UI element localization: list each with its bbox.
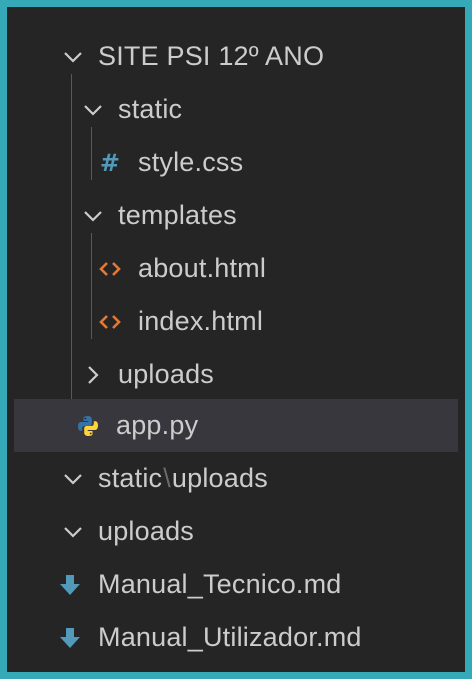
chevron-down-icon [60,466,86,492]
tree-item-manual-utilizador[interactable]: Manual_Utilizador.md [14,611,458,664]
tree-item-label: about.html [138,253,267,283]
tree-item-project[interactable]: SITE PSI 12º ANO [14,30,458,83]
tree-item-label: templates [118,200,237,230]
file-explorer: SITE PSI 12º ANO static # style.css temp… [14,14,458,665]
path-segment: uploads [171,463,268,493]
chevron-down-icon [80,203,106,229]
project-label: SITE PSI 12º ANO [98,41,325,71]
path-segment: static [98,463,163,493]
tree-item-label: Manual_Tecnico.md [98,569,342,599]
tree-item-label: static\uploads [98,463,268,494]
chevron-right-icon [80,362,106,388]
tree-item-manual-tecnico[interactable]: Manual_Tecnico.md [14,558,458,611]
tree-item-label: app.py [116,410,199,440]
markdown-download-icon [58,573,82,597]
python-icon [76,414,100,438]
path-separator: \ [163,463,171,493]
html-icon [98,310,122,334]
tree-item-label: Manual_Utilizador.md [98,622,362,652]
tree-item-label: style.css [138,147,244,177]
chevron-down-icon [80,97,106,123]
css-hash-icon: # [99,148,121,177]
markdown-download-icon [58,626,82,650]
tree-item-about-html[interactable]: about.html [14,242,458,295]
tree-item-label: uploads [118,359,214,389]
tree-item-uploads-root[interactable]: uploads [14,505,458,558]
tree-item-label: uploads [98,516,194,546]
tree-item-label: index.html [138,306,264,336]
tree-item-templates[interactable]: templates [14,189,458,242]
tree-item-style-css[interactable]: # style.css [14,136,458,189]
tree-item-uploads-nested[interactable]: uploads [14,348,458,401]
tree-item-app-py[interactable]: app.py [14,399,458,452]
tree-item-static[interactable]: static [14,83,458,136]
chevron-down-icon [60,519,86,545]
tree-item-index-html[interactable]: index.html [14,295,458,348]
explorer-frame: SITE PSI 12º ANO static # style.css temp… [0,0,472,679]
tree-item-static-uploads[interactable]: static\uploads [14,452,458,505]
html-icon [98,257,122,281]
tree-item-label: static [118,94,183,124]
chevron-down-icon [60,44,86,70]
